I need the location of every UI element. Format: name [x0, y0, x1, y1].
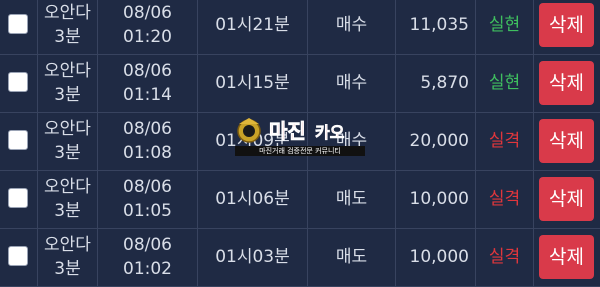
result-status: 실격: [488, 247, 521, 267]
result-status: 실현: [488, 15, 521, 35]
watermark-subtitle: 마진거래 검증전문 커뮤니티: [235, 146, 365, 156]
delete-button[interactable]: 삭제: [539, 61, 594, 105]
delete-button[interactable]: 삭제: [539, 119, 594, 163]
trade-amount: 5,870: [420, 73, 469, 93]
table-row: 오안다 3분 08/06 01:05 01시06분 매도 10,000 실격 삭제: [0, 171, 600, 229]
action-cell: 삭제: [534, 0, 600, 54]
trade-amount: 10,000: [409, 247, 469, 267]
action-cell: 삭제: [534, 229, 600, 286]
amount-cell: 10,000: [396, 229, 476, 286]
trade-date: 08/06: [123, 61, 172, 81]
datetime-cell: 08/06 01:05: [98, 171, 198, 228]
row-checkbox[interactable]: [8, 246, 28, 266]
broker-label: 오안다: [44, 235, 91, 255]
target-time: 01시03분: [215, 247, 290, 267]
trade-time: 01:02: [123, 259, 172, 279]
delete-button[interactable]: 삭제: [539, 3, 594, 47]
datetime-cell: 08/06 01:14: [98, 55, 198, 112]
interval-label: 3분: [54, 143, 81, 163]
svg-text:카오: 카오: [315, 123, 345, 142]
row-checkbox[interactable]: [8, 188, 28, 208]
trade-amount: 20,000: [409, 131, 469, 151]
side-cell: 매도: [308, 229, 396, 286]
interval-label: 3분: [54, 27, 81, 47]
delete-button[interactable]: 삭제: [539, 235, 594, 279]
interval-label: 3분: [54, 259, 81, 279]
broker-label: 오안다: [44, 61, 91, 81]
amount-cell: 5,870: [396, 55, 476, 112]
trade-date: 08/06: [123, 235, 172, 255]
trade-amount: 11,035: [409, 15, 469, 35]
type-cell: 오안다 3분: [38, 55, 98, 112]
status-cell: 실현: [476, 55, 534, 112]
target-time-cell: 01시21분: [198, 0, 308, 54]
target-time-cell: 01시15분: [198, 55, 308, 112]
status-cell: 실격: [476, 171, 534, 228]
type-cell: 오안다 3분: [38, 0, 98, 54]
target-time-cell: 01시06분: [198, 171, 308, 228]
target-time-cell: 01시03분: [198, 229, 308, 286]
status-cell: 실격: [476, 113, 534, 170]
interval-label: 3분: [54, 85, 81, 105]
trade-time: 01:08: [123, 143, 172, 163]
select-cell: [0, 113, 38, 170]
broker-label: 오안다: [44, 177, 91, 197]
row-checkbox[interactable]: [8, 130, 28, 150]
trade-date: 08/06: [123, 119, 172, 139]
amount-cell: 11,035: [396, 0, 476, 54]
watermark-emblem-icon: 마진 카오: [237, 118, 345, 143]
action-cell: 삭제: [534, 113, 600, 170]
broker-label: 오안다: [44, 3, 91, 23]
side-cell: 매도: [308, 171, 396, 228]
datetime-cell: 08/06 01:02: [98, 229, 198, 286]
table-row: 오안다 3분 08/06 01:20 01시21분 매수 11,035 실현 삭제: [0, 0, 600, 55]
trade-side: 매수: [335, 73, 368, 93]
result-status: 실격: [488, 131, 521, 151]
watermark-brand-text: 마진: [269, 119, 306, 143]
type-cell: 오안다 3분: [38, 113, 98, 170]
select-cell: [0, 55, 38, 112]
action-cell: 삭제: [534, 171, 600, 228]
datetime-cell: 08/06 01:08: [98, 113, 198, 170]
select-cell: [0, 229, 38, 286]
interval-label: 3분: [54, 201, 81, 221]
type-cell: 오안다 3분: [38, 171, 98, 228]
status-cell: 실현: [476, 0, 534, 54]
broker-label: 오안다: [44, 119, 91, 139]
result-status: 실현: [488, 73, 521, 93]
table-row: 오안다 3분 08/06 01:14 01시15분 매수 5,870 실현 삭제: [0, 55, 600, 113]
trade-side: 매도: [335, 189, 368, 209]
amount-cell: 20,000: [396, 113, 476, 170]
select-cell: [0, 0, 38, 54]
side-cell: 매수: [308, 0, 396, 54]
table-row: 오안다 3분 08/06 01:02 01시03분 매도 10,000 실격 삭제: [0, 229, 600, 287]
result-status: 실격: [488, 189, 521, 209]
trade-side: 매도: [335, 247, 368, 267]
type-cell: 오안다 3분: [38, 229, 98, 286]
trade-amount: 10,000: [409, 189, 469, 209]
row-checkbox[interactable]: [8, 72, 28, 92]
watermark-logo: 마진 카오 마진거래 검증전문 커뮤니티: [235, 116, 365, 158]
target-time: 01시06분: [215, 189, 290, 209]
target-time: 01시15분: [215, 73, 290, 93]
row-checkbox[interactable]: [8, 14, 28, 34]
trade-time: 01:20: [123, 27, 172, 47]
trade-date: 08/06: [123, 3, 172, 23]
trade-date: 08/06: [123, 177, 172, 197]
status-cell: 실격: [476, 229, 534, 286]
trade-side: 매수: [335, 15, 368, 35]
trade-time: 01:14: [123, 85, 172, 105]
delete-button[interactable]: 삭제: [539, 177, 594, 221]
target-time: 01시21분: [215, 15, 290, 35]
amount-cell: 10,000: [396, 171, 476, 228]
side-cell: 매수: [308, 55, 396, 112]
datetime-cell: 08/06 01:20: [98, 0, 198, 54]
select-cell: [0, 171, 38, 228]
trade-time: 01:05: [123, 201, 172, 221]
action-cell: 삭제: [534, 55, 600, 112]
